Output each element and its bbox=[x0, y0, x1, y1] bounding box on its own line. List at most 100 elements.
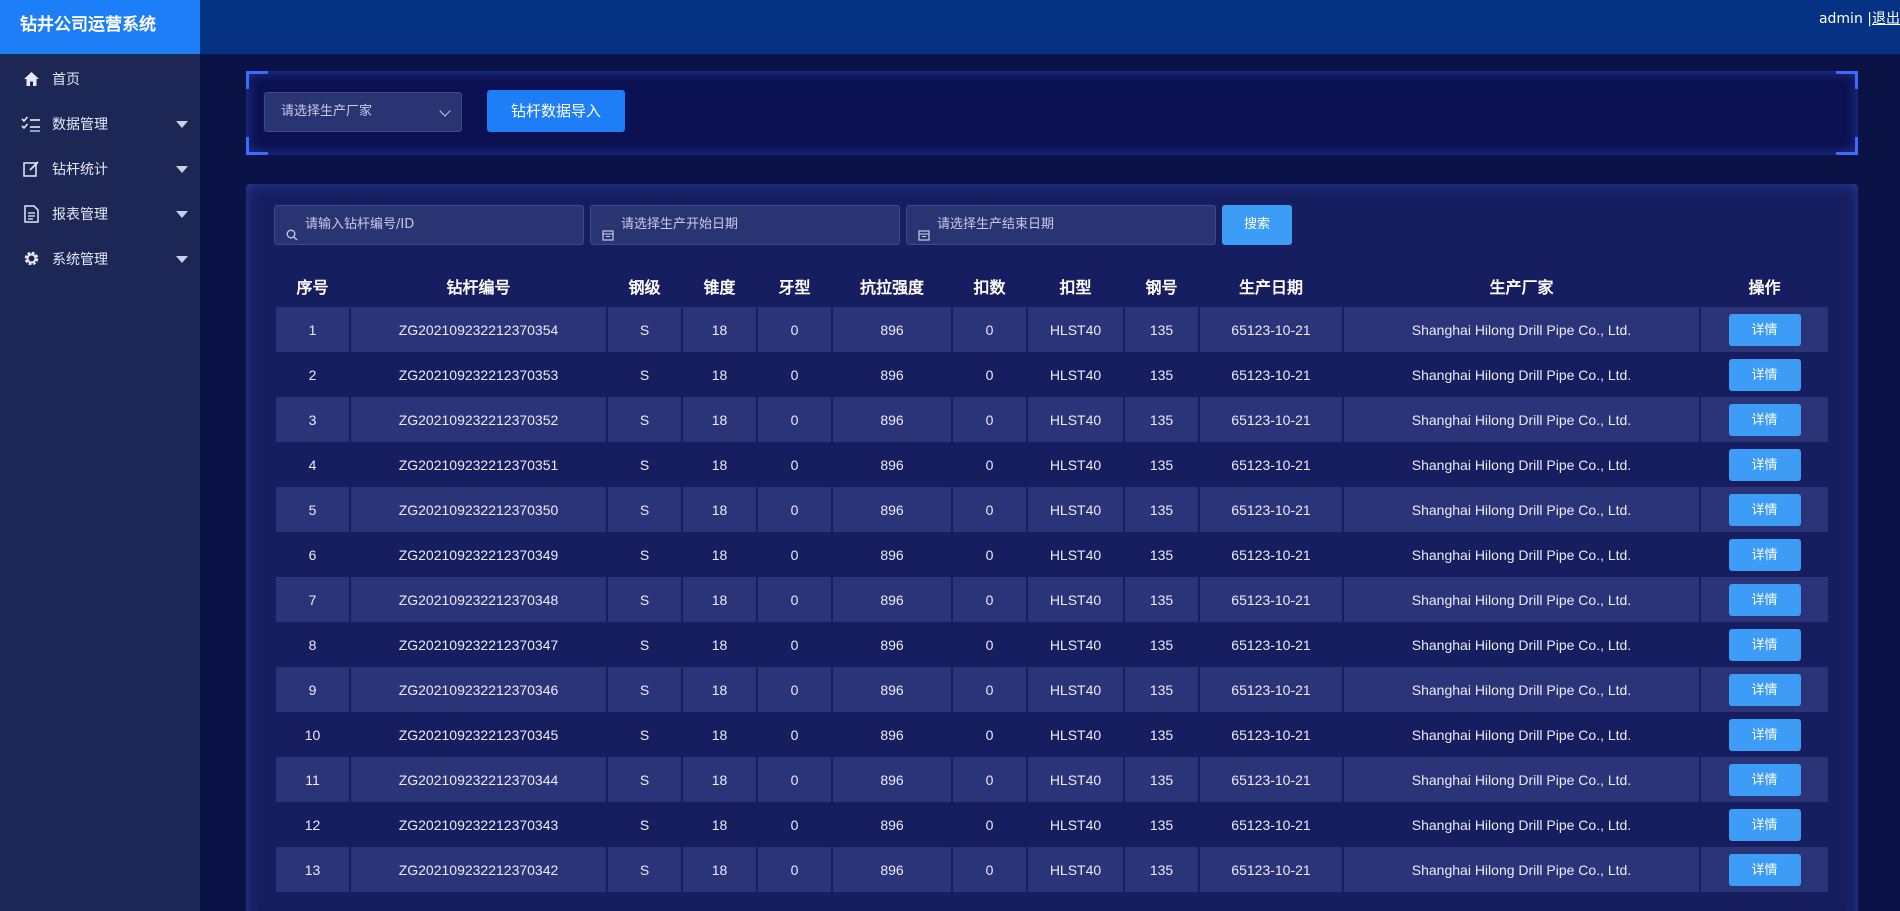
cell-manufacturer: Shanghai Hilong Drill Pipe Co., Ltd. bbox=[1344, 802, 1699, 847]
cell-thread-type: 0 bbox=[758, 307, 831, 352]
sidebar-item-label: 报表管理 bbox=[52, 206, 108, 223]
cell-steel-grade: S bbox=[608, 532, 681, 577]
logout-link[interactable]: 退出 bbox=[1872, 11, 1900, 27]
cell-taper: 18 bbox=[683, 532, 756, 577]
cell-production-date: 65123-10-21 bbox=[1200, 532, 1342, 577]
cell-thread-type: 0 bbox=[758, 712, 831, 757]
panel-corner bbox=[246, 71, 268, 89]
cell-connection-type: HLST40 bbox=[1028, 307, 1123, 352]
detail-button[interactable]: 详情 bbox=[1728, 808, 1801, 841]
table-row: 3 ZG202109232212370352 S 18 0 896 0 HLST40 135 65… bbox=[276, 397, 1828, 442]
app-title: 钻井公司运营系统 bbox=[0, 0, 200, 54]
column-header-pipe-id: 钻杆编号 bbox=[446, 278, 511, 297]
cell-index: 12 bbox=[276, 802, 349, 847]
cell-pipe-id: ZG202109232212370345 bbox=[351, 712, 606, 757]
cell-steel-number: 135 bbox=[1125, 487, 1198, 532]
cell-index: 1 bbox=[276, 307, 349, 352]
cell-steel-number: 135 bbox=[1125, 667, 1198, 712]
column-header-production-date: 生产日期 bbox=[1238, 278, 1303, 297]
cell-action: 详情 bbox=[1701, 757, 1828, 802]
cell-steel-number: 135 bbox=[1125, 397, 1198, 442]
manufacturer-select[interactable]: 请选择生产厂家 bbox=[264, 92, 462, 132]
cell-steel-number: 135 bbox=[1125, 352, 1198, 397]
cell-production-date: 65123-10-21 bbox=[1200, 622, 1342, 667]
detail-button[interactable]: 详情 bbox=[1728, 718, 1801, 751]
cell-index: 4 bbox=[276, 442, 349, 487]
cell-tensile-strength: 896 bbox=[833, 442, 951, 487]
panel-corner bbox=[1836, 137, 1858, 155]
cell-pipe-id: ZG202109232212370344 bbox=[351, 757, 606, 802]
detail-button[interactable]: 详情 bbox=[1728, 673, 1801, 706]
cell-manufacturer: Shanghai Hilong Drill Pipe Co., Ltd. bbox=[1344, 622, 1699, 667]
cell-connection-type: HLST40 bbox=[1028, 757, 1123, 802]
detail-button[interactable]: 详情 bbox=[1728, 853, 1801, 886]
sidebar-item-system-management[interactable]: 系统管理 bbox=[0, 236, 200, 281]
end-date-placeholder: 请选择生产结束日期 bbox=[937, 217, 1055, 232]
cell-connection-type: HLST40 bbox=[1028, 397, 1123, 442]
cell-action: 详情 bbox=[1701, 532, 1828, 577]
cell-thread-count: 0 bbox=[953, 847, 1026, 892]
cell-steel-grade: S bbox=[608, 622, 681, 667]
sidebar-item-report-management[interactable]: 报表管理 bbox=[0, 191, 200, 236]
cell-production-date: 65123-10-21 bbox=[1200, 802, 1342, 847]
home-icon bbox=[20, 68, 42, 90]
cell-production-date: 65123-10-21 bbox=[1200, 847, 1342, 892]
table-row: 9 ZG202109232212370346 S 18 0 896 0 HLST40 135 65… bbox=[276, 667, 1828, 712]
cell-steel-grade: S bbox=[608, 352, 681, 397]
detail-button[interactable]: 详情 bbox=[1728, 583, 1801, 616]
cell-index: 6 bbox=[276, 532, 349, 577]
sidebar-item-drill-pipe-stats[interactable]: 钻杆统计 bbox=[0, 146, 200, 191]
cell-action: 详情 bbox=[1701, 352, 1828, 397]
detail-button[interactable]: 详情 bbox=[1728, 763, 1801, 796]
cell-thread-count: 0 bbox=[953, 757, 1026, 802]
caret-down-icon bbox=[176, 210, 188, 218]
cell-thread-count: 0 bbox=[953, 352, 1026, 397]
cell-thread-type: 0 bbox=[758, 352, 831, 397]
cell-index: 13 bbox=[276, 847, 349, 892]
import-drill-pipe-button[interactable]: 钻杆数据导入 bbox=[487, 90, 625, 132]
cell-index: 10 bbox=[276, 712, 349, 757]
end-date-picker[interactable]: 请选择生产结束日期 bbox=[906, 205, 1216, 245]
cell-taper: 18 bbox=[683, 352, 756, 397]
detail-button[interactable]: 详情 bbox=[1728, 628, 1801, 661]
column-header-action: 操作 bbox=[1748, 278, 1781, 297]
pipe-id-search-input[interactable]: 请输入钻杆编号/ID bbox=[274, 205, 584, 245]
search-button[interactable]: 搜索 bbox=[1222, 205, 1292, 245]
cell-pipe-id: ZG202109232212370353 bbox=[351, 352, 606, 397]
table-row: 4 ZG202109232212370351 S 18 0 896 0 HLST40 135 65… bbox=[276, 442, 1828, 487]
start-date-picker[interactable]: 请选择生产开始日期 bbox=[590, 205, 900, 245]
cell-steel-grade: S bbox=[608, 577, 681, 622]
cell-thread-count: 0 bbox=[953, 712, 1026, 757]
sidebar-item-data-management[interactable]: 数据管理 bbox=[0, 101, 200, 146]
detail-button[interactable]: 详情 bbox=[1728, 313, 1801, 346]
cell-thread-type: 0 bbox=[758, 667, 831, 712]
sidebar-item-label: 数据管理 bbox=[52, 116, 108, 133]
caret-down-icon bbox=[176, 255, 188, 263]
detail-button[interactable]: 详情 bbox=[1728, 538, 1801, 571]
cell-thread-type: 0 bbox=[758, 532, 831, 577]
table-row: 2 ZG202109232212370353 S 18 0 896 0 HLST40 135 65… bbox=[276, 352, 1828, 397]
cell-taper: 18 bbox=[683, 712, 756, 757]
detail-button[interactable]: 详情 bbox=[1728, 403, 1801, 436]
cell-thread-type: 0 bbox=[758, 577, 831, 622]
cell-production-date: 65123-10-21 bbox=[1200, 352, 1342, 397]
cell-thread-type: 0 bbox=[758, 757, 831, 802]
cell-tensile-strength: 896 bbox=[833, 487, 951, 532]
detail-button[interactable]: 详情 bbox=[1728, 448, 1801, 481]
cell-tensile-strength: 896 bbox=[833, 712, 951, 757]
chevron-down-icon bbox=[439, 105, 451, 117]
table-row: 6 ZG202109232212370349 S 18 0 896 0 HLST40 135 65… bbox=[276, 532, 1828, 577]
cell-taper: 18 bbox=[683, 622, 756, 667]
cell-thread-type: 0 bbox=[758, 802, 831, 847]
cell-steel-grade: S bbox=[608, 397, 681, 442]
cell-steel-number: 135 bbox=[1125, 757, 1198, 802]
detail-button[interactable]: 详情 bbox=[1728, 358, 1801, 391]
cell-production-date: 65123-10-21 bbox=[1200, 712, 1342, 757]
cell-steel-number: 135 bbox=[1125, 532, 1198, 577]
cell-steel-grade: S bbox=[608, 487, 681, 532]
detail-button[interactable]: 详情 bbox=[1728, 493, 1801, 526]
cell-connection-type: HLST40 bbox=[1028, 847, 1123, 892]
sidebar-item-home[interactable]: 首页 bbox=[0, 56, 200, 101]
user-area: admin |退出 bbox=[1819, 8, 1900, 28]
panel-corner bbox=[246, 137, 268, 155]
